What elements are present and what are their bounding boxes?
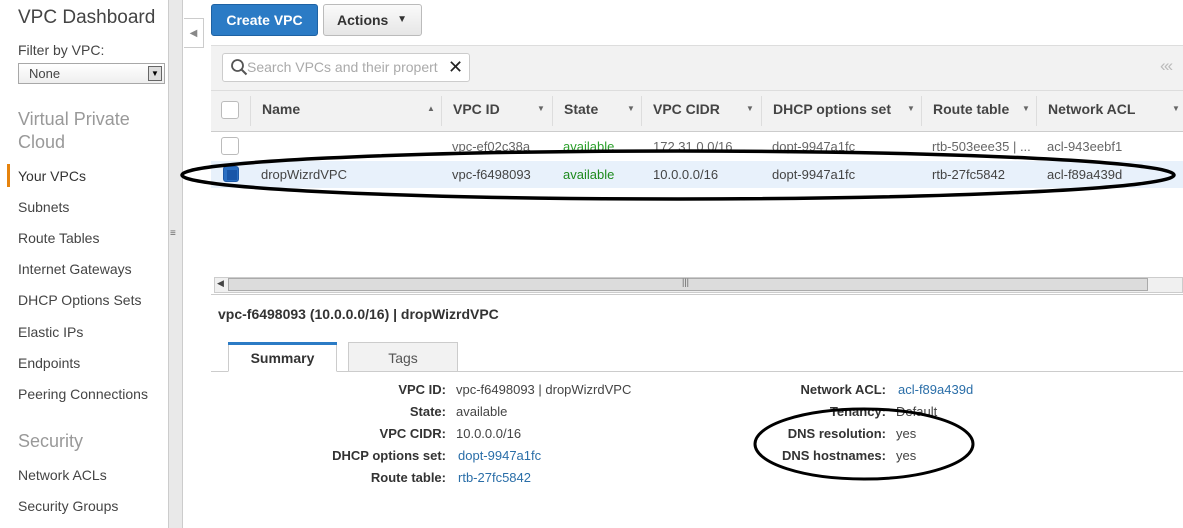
label-state: State:	[409, 404, 446, 419]
active-indicator	[7, 164, 10, 187]
value-state: available	[456, 404, 508, 419]
sidebar-item-internet-gateways[interactable]: Internet Gateways	[18, 261, 132, 277]
resize-handle-icon[interactable]: ≡	[170, 228, 176, 239]
column-divider[interactable]	[250, 96, 251, 126]
column-divider[interactable]	[921, 96, 922, 126]
sidebar-item-route-tables[interactable]: Route Tables	[18, 230, 99, 246]
annotation-ellipse-dns	[753, 407, 975, 481]
column-divider[interactable]	[1036, 96, 1037, 126]
cell-vpc-cidr: 172.31.0.0/16	[653, 139, 733, 154]
sort-icon[interactable]: ▼	[746, 104, 754, 113]
cell-network-acl: acl-943eebf1	[1047, 139, 1123, 154]
panel-divider[interactable]	[211, 294, 1183, 295]
label-dns-hostnames: DNS hostnames:	[781, 448, 886, 463]
cell-dhcp: dopt-9947a1fc	[772, 167, 856, 182]
clear-search-icon[interactable]: ✕	[448, 57, 463, 78]
column-divider[interactable]	[761, 96, 762, 126]
sort-icon[interactable]: ▼	[1022, 104, 1030, 113]
column-divider[interactable]	[441, 96, 442, 126]
sort-asc-icon[interactable]: ▲	[427, 104, 435, 113]
row-checkbox[interactable]	[221, 137, 239, 155]
column-header-state[interactable]: State	[564, 101, 598, 117]
cell-vpc-id: vpc-ef02c38a	[452, 139, 531, 154]
cell-route-table: rtb-503eee35 | ...	[932, 139, 1031, 154]
detail-title: vpc-f6498093 (10.0.0.0/16) | dropWizrdVP…	[218, 306, 499, 322]
cell-state: available	[563, 139, 615, 154]
column-divider[interactable]	[641, 96, 642, 126]
sidebar-item-subnets[interactable]: Subnets	[18, 199, 69, 215]
filter-label: Filter by VPC:	[18, 42, 105, 58]
column-header-route-table[interactable]: Route table	[933, 101, 1009, 117]
sidebar-item-peering-connections[interactable]: Peering Connections	[18, 386, 148, 402]
search-icon	[231, 59, 248, 76]
column-header-vpc-id[interactable]: VPC ID	[453, 101, 500, 117]
search-input[interactable]	[247, 57, 445, 77]
label-dhcp-options-set: DHCP options set:	[332, 448, 446, 463]
column-header-network-acl[interactable]: Network ACL	[1048, 101, 1135, 117]
column-header-name[interactable]: Name	[262, 101, 300, 117]
link-dhcp-options-set[interactable]: dopt-9947a1fc	[458, 448, 541, 463]
label-route-table: Route table:	[370, 470, 446, 485]
cell-network-acl: acl-f89a439d	[1047, 167, 1123, 182]
sidebar-title[interactable]: VPC Dashboard	[18, 7, 155, 29]
label-vpc-id: VPC ID:	[398, 382, 446, 397]
value-dns-resolution: yes	[896, 426, 917, 441]
section-security: Security	[18, 431, 84, 451]
select-all-checkbox[interactable]	[221, 101, 239, 119]
actions-label: Actions	[337, 12, 389, 28]
tab-summary[interactable]: Summary	[228, 342, 337, 372]
cell-vpc-cidr: 10.0.0.0/16	[653, 167, 719, 182]
sort-icon[interactable]: ▼	[1172, 104, 1180, 113]
cell-dhcp: dopt-9947a1fc	[772, 139, 856, 154]
column-header-vpc-cidr[interactable]: VPC CIDR	[653, 101, 720, 117]
value-dns-hostnames: yes	[896, 448, 917, 463]
column-header-dhcp-options-set[interactable]: DHCP options set	[773, 101, 891, 117]
column-divider[interactable]	[552, 96, 553, 126]
dropdown-arrow-icon[interactable]: ▼	[148, 66, 162, 81]
filter-value: None	[29, 66, 61, 81]
filter-select[interactable]: None ▼	[18, 63, 165, 84]
collapse-sidebar-button[interactable]: ◀	[184, 18, 204, 48]
value-vpc-cidr: 10.0.0.0/16	[456, 426, 522, 441]
row-checkbox-checked[interactable]	[223, 166, 239, 182]
cell-name: dropWizrdVPC	[261, 167, 347, 182]
sidebar-item-security-groups[interactable]: Security Groups	[18, 498, 118, 514]
pagination-first-icon[interactable]: «‹	[1160, 56, 1173, 76]
sort-icon[interactable]: ▼	[627, 104, 635, 113]
scroll-left-icon[interactable]: ◀	[217, 278, 224, 289]
scroll-grip-icon[interactable]: |||	[682, 277, 689, 287]
sidebar-resize-bar[interactable]	[168, 0, 183, 528]
label-dns-resolution: DNS resolution:	[787, 426, 886, 441]
cell-route-table: rtb-27fc5842	[932, 167, 1005, 182]
link-route-table[interactable]: rtb-27fc5842	[458, 470, 531, 485]
link-network-acl[interactable]: acl-f89a439d	[898, 382, 973, 397]
sidebar-item-elastic-ips[interactable]: Elastic IPs	[18, 324, 83, 340]
sidebar-item-dhcp-options-sets[interactable]: DHCP Options Sets	[18, 292, 141, 308]
label-network-acl: Network ACL:	[800, 382, 886, 397]
sidebar: VPC Dashboard Filter by VPC: None ▼ Virt…	[0, 0, 168, 528]
tab-tags[interactable]: Tags	[348, 342, 458, 372]
cell-state: available	[563, 167, 615, 182]
sidebar-item-your-vpcs[interactable]: Your VPCs	[18, 168, 86, 184]
section-virtual-private-cloud: Virtual Private Cloud	[18, 109, 130, 152]
sort-icon[interactable]: ▼	[907, 104, 915, 113]
sidebar-item-endpoints[interactable]: Endpoints	[18, 355, 80, 371]
value-tenancy: Default	[896, 404, 938, 419]
sort-icon[interactable]: ▼	[537, 104, 545, 113]
create-vpc-button[interactable]: Create VPC	[211, 4, 318, 36]
actions-button[interactable]: Actions ▼	[323, 4, 422, 36]
label-tenancy: Tenancy:	[829, 404, 886, 419]
cell-vpc-id: vpc-f6498093	[452, 167, 531, 182]
chevron-down-icon: ▼	[397, 14, 407, 25]
sidebar-item-network-acls[interactable]: Network ACLs	[18, 467, 107, 483]
value-vpc-id: vpc-f6498093 | dropWizrdVPC	[456, 382, 632, 397]
label-vpc-cidr: VPC CIDR:	[379, 426, 446, 441]
